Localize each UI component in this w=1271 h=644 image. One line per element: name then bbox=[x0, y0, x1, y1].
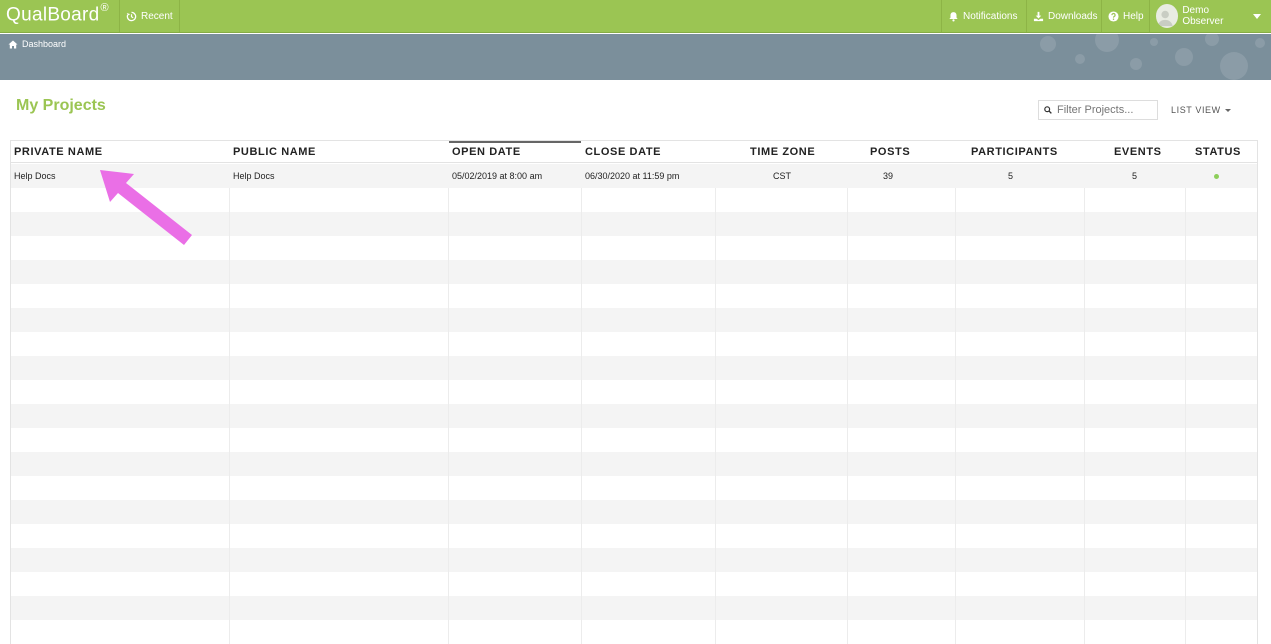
cell-time-zone: CST bbox=[773, 171, 791, 181]
cell-public-name: Help Docs bbox=[233, 171, 275, 181]
downloads-label: Downloads bbox=[1048, 10, 1098, 22]
bell-icon bbox=[949, 11, 958, 21]
history-icon bbox=[126, 11, 137, 21]
recent-button[interactable]: Recent bbox=[119, 0, 180, 32]
search-icon bbox=[1044, 106, 1052, 114]
column-divider bbox=[448, 164, 449, 644]
column-divider bbox=[955, 164, 956, 644]
downloads-button[interactable]: Downloads bbox=[1026, 0, 1103, 32]
column-divider bbox=[1185, 164, 1186, 644]
list-view-label: LIST VIEW bbox=[1171, 105, 1221, 115]
banner-decoration bbox=[1205, 34, 1219, 46]
cell-participants: 5 bbox=[1008, 171, 1014, 181]
page-title: My Projects bbox=[16, 97, 106, 114]
user-silhouette-icon bbox=[1157, 10, 1173, 27]
column-header-participants[interactable]: PARTICIPANTS bbox=[971, 141, 1058, 163]
question-circle-icon bbox=[1108, 10, 1119, 22]
cell-open-date: 05/02/2019 at 8:00 am bbox=[452, 171, 543, 181]
notifications-label: Notifications bbox=[963, 10, 1018, 22]
table-row-empty bbox=[11, 308, 1257, 332]
breadcrumb-dashboard: Dashboard bbox=[22, 39, 67, 49]
table-row-empty bbox=[11, 548, 1257, 572]
banner-decoration bbox=[1095, 34, 1119, 52]
chevron-down-icon bbox=[1224, 108, 1231, 112]
home-icon bbox=[8, 40, 18, 48]
app-name: QualBoard bbox=[6, 4, 100, 26]
page-banner: Dashboard bbox=[0, 34, 1271, 80]
help-label: Help bbox=[1123, 10, 1144, 22]
column-header-open-date[interactable]: OPEN DATE bbox=[449, 141, 581, 163]
table-row-empty bbox=[11, 212, 1257, 236]
banner-decoration bbox=[1040, 36, 1056, 52]
column-divider bbox=[847, 164, 848, 644]
filter-projects-field[interactable] bbox=[1038, 100, 1158, 120]
banner-decoration bbox=[1175, 48, 1193, 66]
banner-decoration bbox=[1220, 52, 1248, 80]
table-row-empty bbox=[11, 404, 1257, 428]
avatar bbox=[1156, 4, 1179, 28]
user-menu[interactable]: Demo Observer bbox=[1149, 0, 1271, 32]
breadcrumb[interactable]: Dashboard bbox=[8, 39, 66, 49]
annotation-arrow-shape bbox=[100, 170, 192, 245]
banner-decoration bbox=[1130, 58, 1142, 70]
download-icon bbox=[1033, 11, 1044, 21]
table-row-empty bbox=[11, 260, 1257, 284]
cell-posts: 39 bbox=[883, 171, 894, 181]
recent-label: Recent bbox=[141, 10, 173, 22]
projects-table: PRIVATE NAME PUBLIC NAME OPEN DATE CLOSE… bbox=[10, 140, 1258, 644]
app-logo[interactable]: QualBoard® bbox=[6, 2, 109, 26]
banner-decoration bbox=[1150, 38, 1158, 46]
table-row-empty bbox=[11, 596, 1257, 620]
cell-close-date: 06/30/2020 at 11:59 pm bbox=[585, 171, 680, 181]
column-divider bbox=[581, 164, 582, 644]
user-name: Demo Observer bbox=[1182, 5, 1224, 27]
column-header-time-zone[interactable]: TIME ZONE bbox=[750, 141, 815, 163]
cell-private-name[interactable]: Help Docs bbox=[14, 164, 56, 188]
column-header-posts[interactable]: POSTS bbox=[870, 141, 910, 163]
table-row-empty bbox=[11, 452, 1257, 476]
notifications-button[interactable]: Notifications bbox=[941, 0, 1023, 32]
column-header-events[interactable]: EVENTS bbox=[1114, 141, 1162, 163]
banner-decoration bbox=[1255, 38, 1265, 48]
banner-decoration bbox=[1075, 54, 1085, 64]
cell-status bbox=[1214, 164, 1219, 188]
table-row[interactable]: Help Docs Help Docs 05/02/2019 at 8:00 a… bbox=[11, 164, 1257, 188]
column-divider bbox=[229, 164, 230, 644]
column-divider bbox=[715, 164, 716, 644]
help-button[interactable]: Help bbox=[1101, 0, 1150, 32]
cell-events: 5 bbox=[1132, 171, 1138, 181]
top-navbar: QualBoard® Recent Notifications Download… bbox=[0, 0, 1271, 33]
table-row-empty bbox=[11, 500, 1257, 524]
annotation-arrow bbox=[100, 170, 192, 245]
status-active-dot bbox=[1214, 173, 1219, 179]
list-view-dropdown[interactable]: LIST VIEW bbox=[1171, 105, 1231, 115]
table-header: PRIVATE NAME PUBLIC NAME OPEN DATE CLOSE… bbox=[11, 141, 1257, 163]
column-divider bbox=[1084, 164, 1085, 644]
registered-mark: ® bbox=[100, 2, 109, 14]
column-header-status[interactable]: STATUS bbox=[1195, 141, 1241, 163]
column-header-public-name[interactable]: PUBLIC NAME bbox=[233, 141, 316, 163]
chevron-down-icon bbox=[1253, 13, 1261, 19]
column-header-private-name[interactable]: PRIVATE NAME bbox=[14, 141, 103, 163]
table-row-empty bbox=[11, 356, 1257, 380]
filter-projects-input[interactable] bbox=[1057, 104, 1157, 116]
column-header-close-date[interactable]: CLOSE DATE bbox=[585, 141, 661, 163]
